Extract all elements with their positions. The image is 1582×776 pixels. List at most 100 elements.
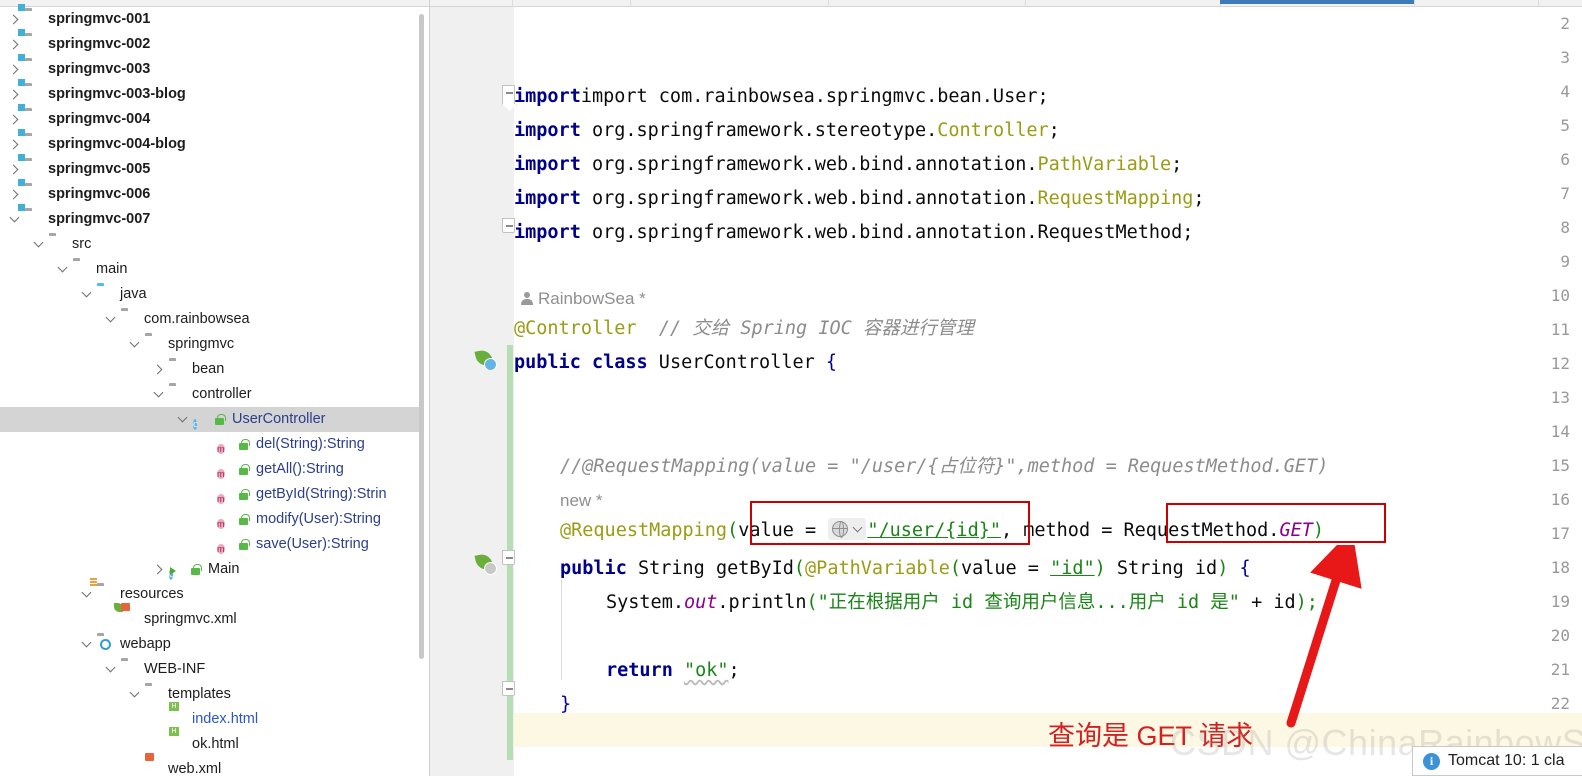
chevron-right-icon[interactable] xyxy=(152,557,167,582)
public-visibility-icon xyxy=(213,413,227,427)
editor-gutter[interactable] xyxy=(430,7,500,776)
tree-node-label: main xyxy=(96,261,128,277)
code-editor[interactable]: 2 3 4 5 6 7 8 9 10 11 12 13 14 15 16 17 18 19 20 21 22 impor… xyxy=(430,0,1582,776)
tree-node-label: com.rainbowsea xyxy=(144,311,250,327)
tree-node-springmvc-002[interactable]: springmvc-002 xyxy=(0,32,420,57)
println-string: "正在根据用户 id 查询用户信息...用户 id 是" xyxy=(817,592,1240,613)
tree-node-ok-html[interactable]: ok.html xyxy=(0,732,420,757)
code-content[interactable]: import import com.rainbowsea.springmvc.be… xyxy=(514,7,1582,776)
chevron-down-icon[interactable] xyxy=(152,382,167,407)
module-icon xyxy=(25,211,43,229)
code-token: org.springframework.web.bind.annotation. xyxy=(580,154,1038,175)
tree-node-springmvc-007[interactable]: springmvc-007 xyxy=(0,207,420,232)
tree-node-save-user-string[interactable]: m save(User):String xyxy=(0,532,420,557)
tree-node-springmvc[interactable]: springmvc xyxy=(0,332,420,357)
tree-node-springmvc-003[interactable]: springmvc-003 xyxy=(0,57,420,82)
tree-node-label: modify(User):String xyxy=(256,511,381,527)
tree-node-web-inf[interactable]: WEB-INF xyxy=(0,657,420,682)
tree-node-controller[interactable]: controller xyxy=(0,382,420,407)
attr-value-key: value = xyxy=(738,520,828,541)
tree-node-usercontroller[interactable]: c UserController xyxy=(0,407,420,432)
tree-node-getbyid-string-strin[interactable]: m getById(String):Strin xyxy=(0,482,420,507)
chevron-down-icon[interactable] xyxy=(176,407,191,432)
tree-node-modify-user-string[interactable]: m modify(User):String xyxy=(0,507,420,532)
code-token: import com.rainbowsea.springmvc.bean.Use… xyxy=(580,86,1049,107)
person-icon xyxy=(520,292,533,305)
chevron-down-icon[interactable] xyxy=(8,207,23,232)
tree-node-com-rainbowsea[interactable]: com.rainbowsea xyxy=(0,307,420,332)
chevron-down-icon[interactable] xyxy=(128,332,143,357)
tree-node-main[interactable]: main xyxy=(0,257,420,282)
chevron-down-icon[interactable] xyxy=(56,257,71,282)
tomcat-notification[interactable]: i Tomcat 10: 1 cla xyxy=(1412,746,1582,776)
tree-node-src[interactable]: src xyxy=(0,232,420,257)
tree-node-label: bean xyxy=(192,361,225,377)
project-tree-scrollbar[interactable] xyxy=(419,14,424,659)
paren: ); xyxy=(1295,592,1318,613)
tree-node-springmvc-xml[interactable]: springmvc.xml xyxy=(0,602,420,632)
package-icon xyxy=(169,361,187,379)
spring-bean-gutter-icon[interactable] xyxy=(474,348,497,371)
code-token: org.springframework.stereotype. xyxy=(580,120,938,141)
chevron-down-icon[interactable] xyxy=(128,682,143,707)
code-line-17[interactable]: System.out.println("正在根据用户 id 查询用户信息...用… xyxy=(606,586,1318,620)
tree-node-main[interactable]: c Main xyxy=(0,557,420,582)
method-icon: m xyxy=(217,468,225,479)
tree-node-bean[interactable]: bean xyxy=(0,357,420,382)
folder-icon xyxy=(145,686,163,704)
tree-node-resources[interactable]: resources xyxy=(0,582,420,607)
code-line-15[interactable]: @RequestMapping(value = "/user/{id}", me… xyxy=(560,514,1324,548)
folder-icon xyxy=(121,661,139,679)
tree-node-springmvc-004[interactable]: springmvc-004 xyxy=(0,107,420,132)
public-visibility-icon xyxy=(189,563,203,577)
project-panel-header xyxy=(0,0,430,7)
code-line-14[interactable]: //@RequestMapping(value = "/user/{占位符}",… xyxy=(560,450,1328,484)
code-line-5[interactable]: import org.springframework.stereotype.Co… xyxy=(514,114,1060,148)
code-line-8[interactable]: import org.springframework.web.bind.anno… xyxy=(514,216,1193,250)
code-line-4[interactable]: importimport com.rainbowsea.springmvc.be… xyxy=(514,80,1049,114)
package-icon xyxy=(169,386,187,404)
tree-node-springmvc-001[interactable]: springmvc-001 xyxy=(0,7,420,32)
project-tree[interactable]: springmvc-001 springmvc-002 springmvc-003 s… xyxy=(0,7,420,776)
tree-node-springmvc-006[interactable]: springmvc-006 xyxy=(0,182,420,207)
code-line-20[interactable]: } xyxy=(560,688,571,722)
tree-node-del-string-string[interactable]: m del(String):String xyxy=(0,432,420,457)
tree-node-webapp[interactable]: webapp xyxy=(0,632,420,657)
resources-folder-icon xyxy=(97,586,115,604)
tree-node-springmvc-004-blog[interactable]: springmvc-004-blog xyxy=(0,132,420,157)
code-line-7[interactable]: import org.springframework.web.bind.anno… xyxy=(514,182,1205,216)
tree-node-java[interactable]: java xyxy=(0,282,420,307)
tomcat-notification-text: Tomcat 10: 1 cla xyxy=(1448,752,1565,769)
code-line-16[interactable]: public String getById(@PathVariable(valu… xyxy=(560,552,1251,586)
tree-node-springmvc-005[interactable]: springmvc-005 xyxy=(0,157,420,182)
vcs-author-hint[interactable]: RainbowSea * xyxy=(520,282,646,316)
code-line-6[interactable]: import org.springframework.web.bind.anno… xyxy=(514,148,1182,182)
code-line-11[interactable]: public class UserController { xyxy=(514,346,837,380)
chevron-down-icon[interactable] xyxy=(80,282,95,307)
tree-node-label: controller xyxy=(192,386,252,402)
code-line-10[interactable]: @Controller // 交给 Spring IOC 容器进行管理 xyxy=(514,312,974,346)
tree-node-springmvc-003-blog[interactable]: springmvc-003-blog xyxy=(0,82,420,107)
class-ref: Controller xyxy=(937,120,1049,141)
paren: ) xyxy=(1094,558,1106,579)
brace: { xyxy=(1228,558,1251,579)
tree-node-templates[interactable]: templates xyxy=(0,682,420,707)
spring-mapping-gutter-icon[interactable] xyxy=(474,552,497,575)
code-line-19[interactable]: return "ok"; xyxy=(606,654,740,688)
chevron-down-icon[interactable] xyxy=(80,632,95,657)
tree-node-index-html[interactable]: index.html xyxy=(0,707,420,732)
chevron-down-icon[interactable] xyxy=(32,232,47,257)
tree-node-web-xml[interactable]: web.xml xyxy=(0,757,420,776)
tree-node-getall-string[interactable]: m getAll():String xyxy=(0,457,420,482)
chevron-down-icon[interactable] xyxy=(80,582,95,607)
project-tool-window[interactable]: springmvc-001 springmvc-002 springmvc-003 s… xyxy=(0,0,430,776)
globe-icon[interactable] xyxy=(828,518,867,540)
module-icon xyxy=(25,61,43,79)
editor-tab-bar[interactable] xyxy=(430,0,1582,7)
chevron-down-icon[interactable] xyxy=(104,657,119,682)
chevron-right-icon[interactable] xyxy=(152,357,167,382)
method-param: String id xyxy=(1105,558,1218,579)
vcs-new-hint[interactable]: new * xyxy=(560,484,603,518)
chevron-down-icon[interactable] xyxy=(104,307,119,332)
public-visibility-icon xyxy=(237,538,251,552)
